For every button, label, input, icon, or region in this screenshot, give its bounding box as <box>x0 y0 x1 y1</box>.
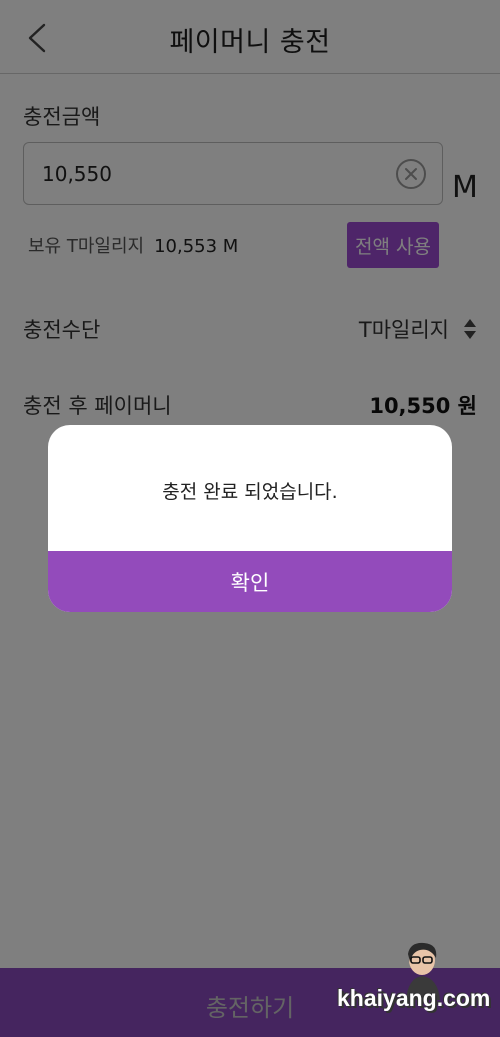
confirm-button[interactable]: 확인 <box>48 551 452 612</box>
watermark-text: khaiyang.com <box>337 985 491 1011</box>
completion-dialog: 충전 완료 되었습니다. 확인 <box>48 425 452 612</box>
dialog-message: 충전 완료 되었습니다. <box>162 481 338 503</box>
